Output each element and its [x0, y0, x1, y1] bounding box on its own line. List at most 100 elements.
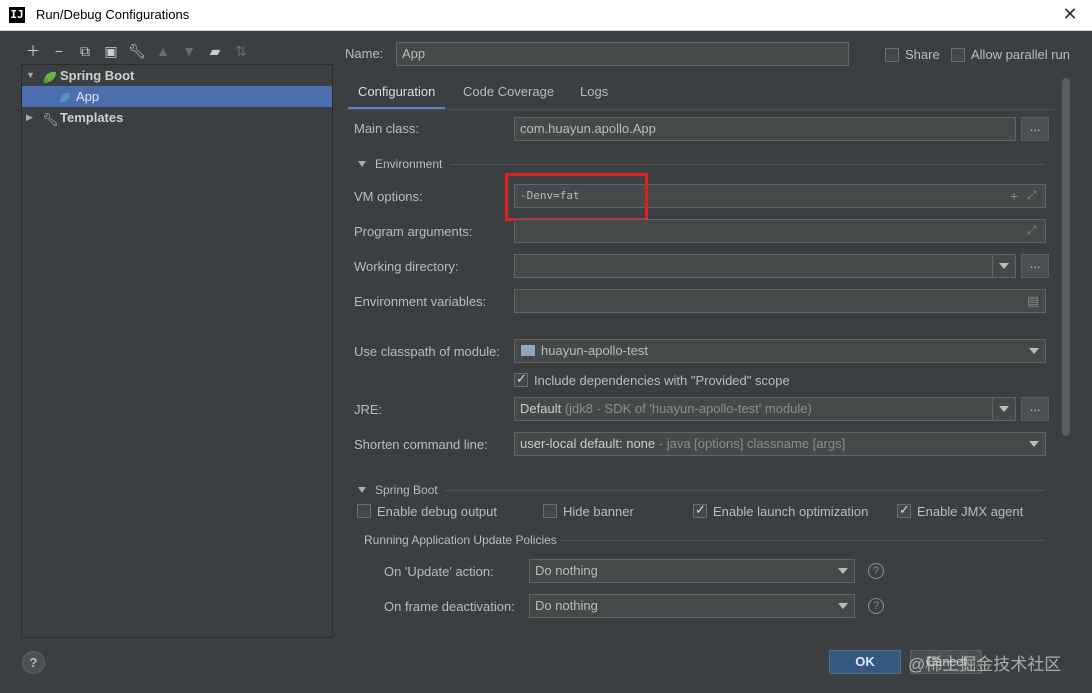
environment-divider — [450, 164, 1045, 165]
launch-optimization-label: Enable launch optimization — [713, 504, 869, 519]
jre-value-detail: (jdk8 - SDK of 'huayun-apollo-test' modu… — [564, 401, 812, 416]
launch-optimization-checkbox[interactable] — [693, 502, 707, 518]
tree-node-app[interactable]: App — [22, 86, 332, 107]
share-checkbox[interactable] — [885, 48, 899, 62]
working-dir-combo[interactable] — [514, 254, 1016, 278]
name-label: Name: — [345, 46, 384, 61]
policies-divider — [560, 540, 1045, 541]
collapse-environment-icon[interactable] — [358, 161, 366, 167]
tab-configuration[interactable]: Configuration — [348, 80, 446, 110]
shorten-value: user-local default: none — [520, 436, 656, 451]
wrench-icon: 🔧︎ — [42, 112, 59, 127]
chevron-down-icon — [838, 603, 848, 609]
plus-icon[interactable]: ＋ — [24, 42, 42, 60]
share-label: Share — [905, 47, 940, 62]
ok-button[interactable]: OK — [829, 650, 901, 674]
copy-icon[interactable]: ⧉ — [76, 42, 94, 60]
help-icon[interactable]: ? — [868, 563, 884, 579]
debug-output-checkbox[interactable] — [357, 504, 371, 518]
policies-label: Running Application Update Policies — [364, 533, 557, 547]
jmx-agent-checkbox[interactable] — [897, 502, 911, 518]
watermark: @稀土掘金技术社区 — [908, 655, 1062, 674]
chevron-down-icon — [838, 568, 848, 574]
save-icon[interactable]: ▣ — [102, 42, 120, 60]
tree-label-app: App — [76, 89, 100, 104]
spring-boot-divider — [445, 490, 1045, 491]
expand-icon[interactable]: ⤢ — [1027, 188, 1037, 203]
configuration-tree[interactable]: ▼ Spring Boot App ▶ 🔧︎ Templates — [21, 64, 333, 638]
env-vars-input[interactable] — [514, 289, 1046, 313]
working-dir-label: Working directory: — [354, 259, 459, 274]
shorten-combo[interactable]: user-local default: none - java [options… — [514, 432, 1046, 456]
include-deps-label: Include dependencies with "Provided" sco… — [534, 373, 790, 388]
main-class-input[interactable]: com.huayun.apollo.App — [514, 117, 1016, 141]
sort-icon[interactable]: ⇅ — [232, 42, 250, 60]
main-class-label: Main class: — [354, 121, 420, 136]
update-action-label: On 'Update' action: — [384, 564, 494, 579]
spring-boot-section-label: Spring Boot — [375, 483, 438, 497]
jre-value: Default — [520, 401, 562, 416]
update-action-value: Do nothing — [535, 563, 598, 578]
intellij-app-icon: IJ — [9, 7, 25, 23]
add-icon[interactable]: + — [1010, 188, 1018, 204]
frame-deactivation-value: Do nothing — [535, 598, 598, 613]
shorten-value-detail: - java [options] classname [args] — [658, 436, 846, 451]
tab-divider — [345, 109, 1055, 110]
chevron-down-icon — [1029, 348, 1039, 354]
classpath-label: Use classpath of module: — [354, 344, 500, 359]
update-action-combo[interactable]: Do nothing — [529, 559, 855, 583]
classpath-value: huayun-apollo-test — [541, 343, 648, 358]
module-folder-icon — [521, 345, 535, 356]
arrow-up-icon[interactable]: ▲ — [154, 42, 172, 60]
shorten-label: Shorten command line: — [354, 437, 488, 452]
tree-label-templates: Templates — [60, 110, 124, 125]
program-args-input[interactable] — [514, 219, 1046, 243]
wrench-icon[interactable]: 🔧︎ — [128, 42, 146, 60]
spring-leaf-icon — [58, 90, 72, 104]
tree-node-templates[interactable]: ▶ 🔧︎ Templates — [22, 107, 332, 128]
include-deps-checkbox[interactable] — [514, 371, 528, 387]
classpath-combo[interactable]: huayun-apollo-test — [514, 339, 1046, 363]
jmx-agent-label: Enable JMX agent — [917, 504, 1024, 519]
collapse-spring-boot-icon[interactable] — [358, 487, 366, 493]
allow-parallel-checkbox[interactable] — [951, 48, 965, 62]
help-icon[interactable]: ? — [868, 598, 884, 614]
jre-label: JRE: — [354, 402, 383, 417]
window-title: Run/Debug Configurations — [36, 7, 190, 22]
close-icon[interactable]: ✕ — [1060, 3, 1080, 25]
main-class-browse-button[interactable]: ... — [1021, 117, 1049, 141]
debug-output-label: Enable debug output — [377, 504, 497, 519]
document-icon[interactable]: ▤ — [1027, 293, 1039, 309]
window-titlebar: IJ Run/Debug Configurations ✕ — [0, 0, 1092, 31]
vm-options-label: VM options: — [354, 189, 423, 204]
frame-deactivation-combo[interactable]: Do nothing — [529, 594, 855, 618]
program-args-label: Program arguments: — [354, 224, 473, 239]
vertical-scrollbar[interactable] — [1062, 78, 1070, 436]
jre-browse-button[interactable]: ... — [1021, 397, 1049, 421]
help-button[interactable]: ? — [22, 651, 45, 674]
minus-icon[interactable]: − — [50, 42, 68, 60]
working-dir-browse-button[interactable]: ... — [1021, 254, 1049, 278]
chevron-down-icon — [999, 406, 1009, 412]
chevron-down-icon — [1029, 441, 1039, 447]
environment-section-label: Environment — [375, 157, 443, 171]
frame-deactivation-label: On frame deactivation: — [384, 599, 515, 614]
chevron-down-icon — [999, 263, 1009, 269]
expand-icon[interactable]: ⤢ — [1027, 223, 1037, 238]
tab-logs[interactable]: Logs — [570, 80, 618, 110]
chevron-right-icon[interactable]: ▶ — [26, 107, 33, 128]
allow-parallel-label: Allow parallel run — [971, 47, 1070, 62]
arrow-down-icon[interactable]: ▼ — [180, 42, 198, 60]
hide-banner-checkbox[interactable] — [543, 504, 557, 518]
tab-code-coverage[interactable]: Code Coverage — [453, 80, 564, 110]
tree-label-spring-boot: Spring Boot — [60, 68, 135, 83]
spring-leaf-icon — [42, 69, 56, 84]
name-input[interactable]: App — [396, 42, 849, 66]
jre-combo[interactable]: Default (jdk8 - SDK of 'huayun-apollo-te… — [514, 397, 1016, 421]
hide-banner-label: Hide banner — [563, 504, 634, 519]
folder-icon[interactable]: ▰ — [206, 42, 224, 60]
highlight-box — [505, 173, 648, 221]
tree-node-spring-boot[interactable]: ▼ Spring Boot — [22, 65, 332, 86]
env-vars-label: Environment variables: — [354, 294, 487, 309]
chevron-down-icon[interactable]: ▼ — [26, 65, 35, 86]
